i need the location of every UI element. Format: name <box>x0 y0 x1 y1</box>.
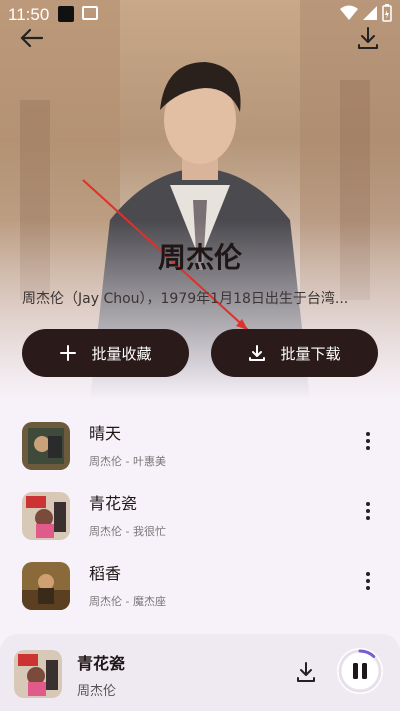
favorite-all-label: 批量收藏 <box>91 344 152 363</box>
song-subtitle: 周杰伦 - 叶惠美 <box>89 455 166 468</box>
battery-icon <box>382 4 392 22</box>
plus-icon <box>60 345 77 361</box>
album-cover <box>22 562 70 610</box>
download-all-label: 批量下载 <box>280 344 341 363</box>
song-row[interactable]: 晴天 周杰伦 - 叶惠美 <box>0 416 400 478</box>
now-playing-artist: 周杰伦 <box>77 684 117 699</box>
artist-bio[interactable]: 周杰伦（Jay Chou），1979年1月18日出生于台湾... <box>22 288 382 308</box>
song-subtitle: 周杰伦 - 我很忙 <box>89 525 166 538</box>
song-row[interactable]: 青花瓷 周杰伦 - 我很忙 <box>0 486 400 548</box>
album-cover <box>22 492 70 540</box>
more-options-icon[interactable] <box>362 432 374 456</box>
more-options-icon[interactable] <box>362 502 374 526</box>
signal-icon <box>363 6 377 20</box>
song-title: 稻香 <box>89 564 122 583</box>
now-playing-title: 青花瓷 <box>77 654 126 673</box>
now-playing-cover <box>14 650 62 698</box>
mini-player[interactable]: 青花瓷 周杰伦 <box>0 634 400 711</box>
download-icon[interactable] <box>294 660 318 684</box>
more-options-icon[interactable] <box>362 572 374 596</box>
progress-ring <box>338 649 382 693</box>
album-cover <box>22 422 70 470</box>
notification-icon <box>58 6 74 22</box>
wifi-icon <box>340 5 358 20</box>
favorite-all-button[interactable]: 批量收藏 <box>22 329 189 377</box>
download-icon[interactable] <box>354 24 382 52</box>
back-arrow-icon[interactable] <box>18 24 46 52</box>
song-subtitle: 周杰伦 - 魔杰座 <box>89 595 166 608</box>
song-row[interactable]: 稻香 周杰伦 - 魔杰座 <box>0 556 400 618</box>
download-icon <box>249 345 266 361</box>
gallery-icon <box>82 6 98 20</box>
pause-button[interactable] <box>337 648 383 694</box>
song-title: 晴天 <box>89 424 122 443</box>
download-all-button[interactable]: 批量下载 <box>211 329 378 377</box>
pause-icon <box>353 663 358 679</box>
top-bar <box>0 22 400 52</box>
song-title: 青花瓷 <box>89 494 138 513</box>
artist-name: 周杰伦 <box>157 241 242 274</box>
